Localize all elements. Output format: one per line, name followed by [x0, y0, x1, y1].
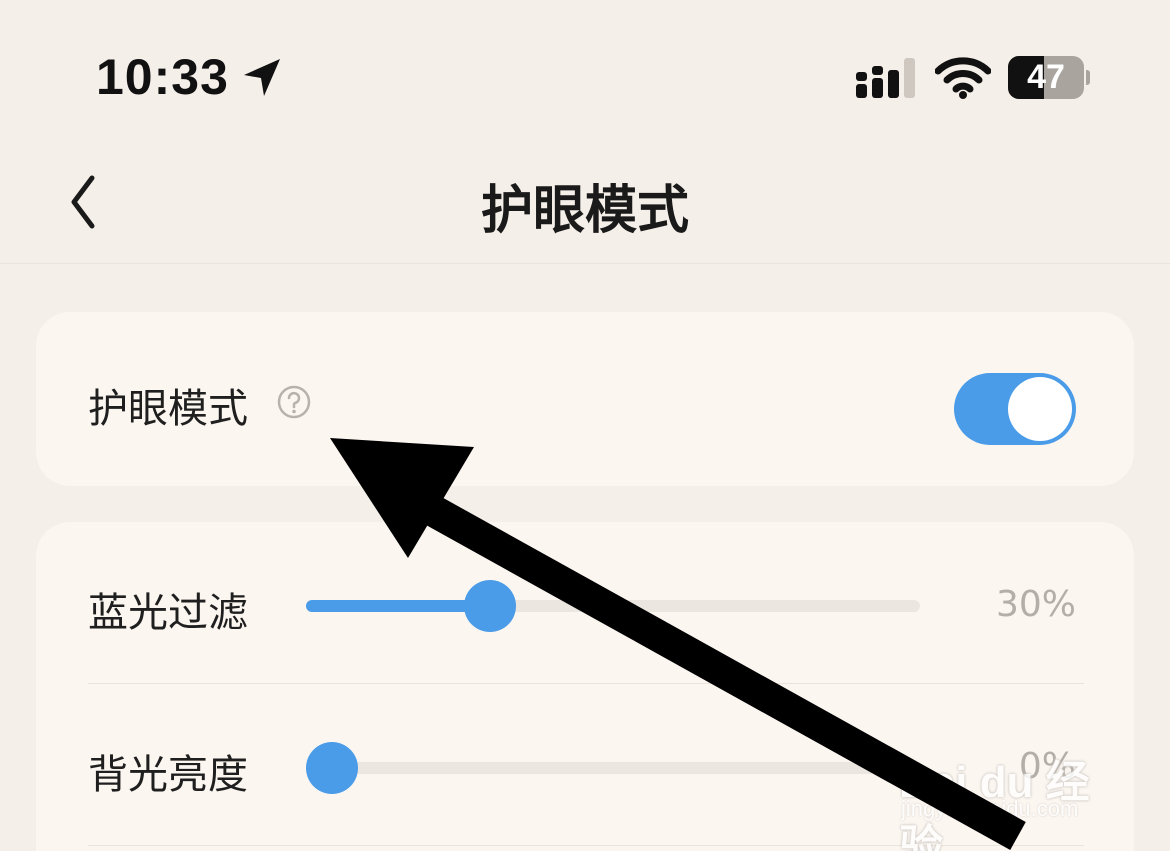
page-title: 护眼模式 [480, 181, 689, 241]
divider [88, 683, 1084, 684]
blue-light-filter-slider[interactable] [306, 580, 920, 632]
battery-text: 47 [1027, 58, 1065, 96]
blue-light-filter-label: 蓝光过滤 [88, 590, 248, 636]
eye-care-card: 护眼模式 [36, 312, 1134, 486]
blue-light-filter-value: 30% [995, 584, 1076, 625]
status-time: 10:33 [96, 49, 229, 105]
signal-icon [856, 58, 915, 98]
backlight-brightness-thumb[interactable] [306, 742, 358, 794]
eye-care-label: 护眼模式 [88, 386, 248, 432]
nav-bar: 护眼模式 [0, 140, 1170, 264]
location-arrow-icon [244, 59, 280, 96]
wifi-icon [935, 57, 991, 99]
question-circle-icon[interactable] [276, 384, 312, 420]
blue-light-filter-thumb[interactable] [464, 580, 517, 632]
status-bar: 10:33 47 [0, 0, 1170, 140]
watermark-url: jingyan.baidu.com [901, 796, 1079, 821]
eye-care-toggle[interactable] [954, 373, 1076, 445]
baidu-jingyan-watermark: Bai du 经验 jingyan.baidu.com [895, 720, 1115, 851]
battery-icon: 47 [1008, 56, 1090, 99]
toggle-knob [1008, 377, 1072, 441]
backlight-brightness-label: 背光亮度 [88, 752, 248, 798]
blue-light-filter-fill [306, 600, 491, 612]
backlight-brightness-slider[interactable] [306, 742, 920, 794]
